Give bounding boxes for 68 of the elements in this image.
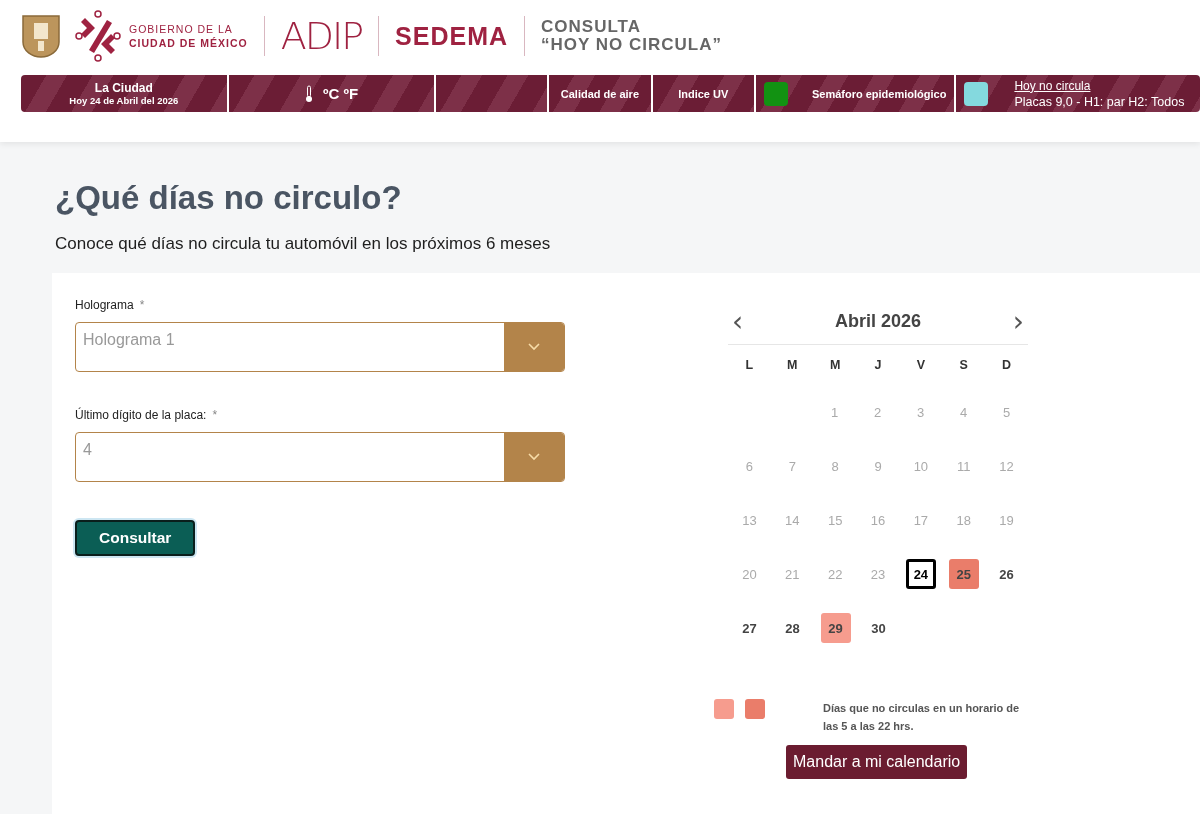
calendar-day[interactable]: 3 bbox=[905, 397, 936, 427]
calendar-day[interactable]: 8 bbox=[820, 451, 851, 481]
consultar-button[interactable]: Consultar bbox=[75, 520, 196, 556]
field-label: Holograma * bbox=[75, 298, 146, 312]
calendar-day[interactable]: 25 bbox=[948, 559, 979, 589]
date-text: Hoy 24 de Abril del 2026 bbox=[69, 95, 179, 106]
cdmx-logo-icon bbox=[75, 10, 121, 62]
calendar-day[interactable]: 13 bbox=[734, 505, 765, 535]
weekday-label: V bbox=[915, 358, 927, 372]
weekday-label: J bbox=[873, 358, 883, 372]
info-label: Semáforo epidemiológico bbox=[811, 87, 947, 100]
agency-logo: ADIP bbox=[280, 14, 363, 58]
calendar-day[interactable]: 19 bbox=[991, 505, 1022, 535]
site-title: “HOY NO CIRCULA” bbox=[541, 36, 723, 54]
calendar-day[interactable]: 11 bbox=[948, 451, 979, 481]
calendar-day[interactable]: 29 bbox=[820, 613, 851, 643]
info-title: La Ciudad bbox=[94, 81, 153, 95]
calendar-day[interactable]: 27 bbox=[734, 613, 765, 643]
hoy-no-circula-link[interactable]: Hoy no circula bbox=[1014, 77, 1091, 94]
month-title: Abril 2026 bbox=[834, 311, 921, 332]
calendar-day[interactable]: 22 bbox=[820, 559, 851, 589]
weekday-label: M bbox=[786, 358, 799, 372]
weekday-label: M bbox=[828, 358, 842, 372]
calendar-day[interactable]: 26 bbox=[991, 559, 1022, 589]
calendar-day[interactable]: 9 bbox=[863, 451, 893, 481]
government-name: GOBIERNO DE LA bbox=[129, 22, 234, 36]
info-label: Indice UV bbox=[678, 87, 729, 100]
next-month-button[interactable]: › bbox=[1008, 311, 1028, 332]
calendar-day[interactable]: 1 bbox=[819, 397, 850, 427]
calendar-day[interactable]: 4 bbox=[948, 397, 979, 427]
calendar-day[interactable]: 12 bbox=[991, 451, 1022, 481]
calendar-day[interactable]: 23 bbox=[863, 559, 893, 589]
legend-text: Días que no circulas en un horario de las 5 a las 22 hrs. bbox=[823, 701, 1021, 734]
thermometer-icon bbox=[304, 84, 313, 103]
calendar-day[interactable]: 10 bbox=[905, 451, 936, 481]
calendar-day[interactable]: 15 bbox=[820, 505, 851, 535]
weekday-label: D bbox=[1001, 358, 1013, 372]
calendar-day[interactable]: 21 bbox=[777, 559, 808, 589]
previous-month-button[interactable]: ‹ bbox=[728, 311, 748, 332]
calendar-day[interactable]: 18 bbox=[948, 505, 979, 535]
calendar-day[interactable]: 5 bbox=[991, 397, 1022, 427]
calendar-day[interactable]: 16 bbox=[863, 505, 893, 535]
calendar-day[interactable]: 17 bbox=[905, 505, 936, 535]
calendar-day[interactable]: 14 bbox=[777, 505, 808, 535]
calendar-day[interactable]: 30 bbox=[863, 613, 894, 643]
weekday-label: S bbox=[958, 358, 969, 372]
send-to-calendar-button[interactable]: Mandar a mi calendario bbox=[786, 745, 968, 779]
page-title: ¿Qué días no circulo? bbox=[55, 179, 403, 217]
calendar-day[interactable]: 7 bbox=[777, 451, 808, 481]
chevron-down-icon bbox=[528, 453, 540, 461]
weekday-label: L bbox=[744, 358, 755, 372]
plates-text: Placas 9,0 - H1: par H2: Todos bbox=[1014, 93, 1185, 110]
info-label: Calidad de aire bbox=[560, 87, 640, 100]
calendar-day[interactable]: 24 bbox=[905, 559, 936, 589]
coat-of-arms-icon bbox=[21, 13, 61, 59]
calendar-day[interactable]: 20 bbox=[734, 559, 765, 589]
chevron-down-icon bbox=[528, 343, 540, 351]
page-subtitle: Conoce qué días no circula tu automóvil en los próximos 6 meses bbox=[55, 234, 552, 254]
calendar-day[interactable]: 2 bbox=[862, 397, 893, 427]
government-name: CIUDAD DE MÉXICO bbox=[129, 36, 248, 50]
temperature-units[interactable]: ºC ºF bbox=[322, 85, 359, 102]
field-label: Último dígito de la placa: * bbox=[75, 408, 219, 422]
select-field[interactable]: 4 bbox=[75, 432, 565, 482]
calendar-day[interactable]: 6 bbox=[734, 451, 765, 481]
site-title: CONSULTA bbox=[541, 18, 642, 36]
select-field[interactable]: Holograma 1 bbox=[75, 322, 565, 372]
calendar-day[interactable]: 28 bbox=[777, 613, 808, 643]
agency-name: SEDEMA bbox=[395, 21, 509, 51]
